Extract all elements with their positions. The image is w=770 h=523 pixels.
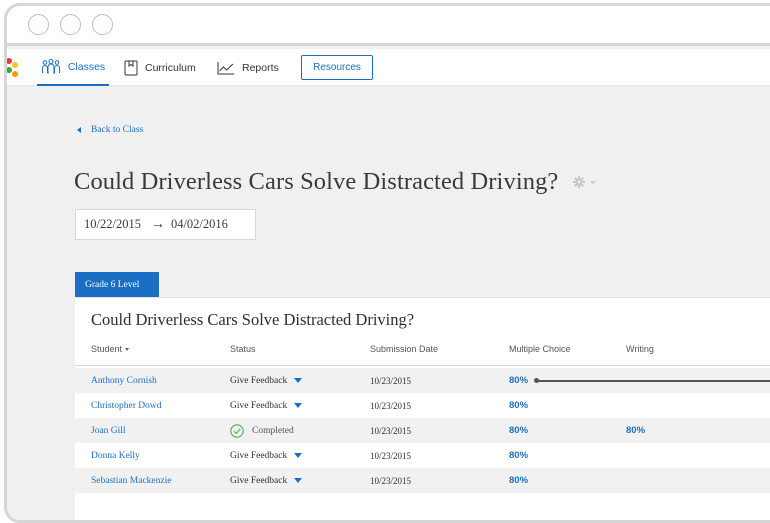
- settings-menu[interactable]: [573, 176, 596, 188]
- window-dot-icon: [28, 14, 49, 35]
- multiple-choice-score[interactable]: 80%: [509, 393, 528, 418]
- status-label: Give Feedback: [230, 375, 288, 386]
- header-divider: [75, 365, 770, 366]
- nav-curriculum-label: Curriculum: [145, 61, 196, 74]
- arrow-right-icon: →: [150, 216, 165, 232]
- caret-down-icon: [294, 453, 303, 458]
- window-dot-icon: [92, 14, 113, 35]
- caret-down-icon: [294, 378, 303, 383]
- check-circle-icon: [230, 423, 244, 438]
- student-name-link[interactable]: Sebastian Mackenzie: [91, 468, 171, 493]
- column-header-student-label: Student: [91, 344, 123, 354]
- submission-date: 10/23/2015: [370, 450, 412, 461]
- multiple-choice-score[interactable]: 80%: [509, 468, 528, 493]
- date-start: 10/22/2015: [84, 217, 141, 231]
- student-name-link[interactable]: Anthony Cornish: [91, 368, 157, 393]
- status-dropdown[interactable]: Give Feedback: [230, 468, 303, 493]
- submission-date: 10/23/2015: [370, 400, 412, 411]
- submission-date: 10/23/2015: [370, 375, 412, 386]
- table-row: Christopher Dowd Give Feedback 10/23/201…: [75, 393, 770, 418]
- caret-left-icon: [77, 127, 81, 133]
- caret-down-icon: [294, 478, 303, 483]
- resources-button[interactable]: Resources: [301, 55, 373, 80]
- chevron-down-icon: [590, 180, 596, 184]
- column-header-submission-date: Submission Date: [370, 344, 439, 354]
- window-dot-icon: [60, 14, 81, 35]
- status-label: Completed: [252, 425, 294, 436]
- table-row: Joan Gill Completed 10/23/2015 80% 80%: [75, 418, 770, 443]
- nav-classes-label: Classes: [67, 60, 106, 73]
- top-nav: Classes Curriculum Reports Resources: [7, 49, 770, 86]
- nav-reports[interactable]: Reports: [217, 49, 279, 86]
- column-header-status: Status: [230, 344, 256, 354]
- status-dropdown[interactable]: Give Feedback: [230, 393, 303, 418]
- status-completed: Completed: [230, 418, 294, 443]
- tab-grade-level[interactable]: Grade 6 Level: [75, 272, 159, 297]
- status-label: Give Feedback: [230, 475, 288, 486]
- column-header-multiple-choice: Multiple Choice: [509, 344, 571, 354]
- table-row: Sebastian Mackenzie Give Feedback 10/23/…: [75, 468, 770, 493]
- device-frame: Classes Curriculum Reports Resources Bac…: [4, 3, 770, 523]
- student-name-link[interactable]: Christopher Dowd: [91, 393, 161, 418]
- status-dropdown[interactable]: Give Feedback: [230, 368, 303, 393]
- callout-pointer-line: [534, 378, 770, 383]
- brand-logo-icon: [7, 58, 19, 80]
- line-chart-icon: [217, 61, 234, 74]
- sort-caret-icon: [125, 348, 130, 352]
- caret-down-icon: [294, 403, 303, 408]
- table-row: Donna Kelly Give Feedback 10/23/2015 80%: [75, 443, 770, 468]
- gear-icon: [573, 176, 585, 188]
- nav-classes[interactable]: Classes: [37, 49, 109, 86]
- date-end: 04/02/2016: [170, 217, 228, 231]
- window-chrome: [7, 6, 770, 46]
- status-label: Give Feedback: [230, 450, 288, 461]
- status-label: Give Feedback: [230, 400, 288, 411]
- submission-date: 10/23/2015: [370, 425, 412, 436]
- submission-date: 10/23/2015: [370, 475, 412, 486]
- table-row: Anthony Cornish Give Feedback 10/23/2015…: [75, 368, 770, 393]
- writing-score[interactable]: 80%: [626, 418, 645, 443]
- back-to-class-label: Back to Class: [91, 125, 144, 135]
- student-name-link[interactable]: Joan Gill: [91, 418, 126, 443]
- column-header-student[interactable]: Student: [91, 344, 130, 354]
- card-title: Could Driverless Cars Solve Distracted D…: [91, 310, 415, 329]
- date-range-picker[interactable]: 10/22/2015 → 04/02/2016: [75, 209, 256, 240]
- multiple-choice-score[interactable]: 80%: [509, 368, 528, 393]
- student-name-link[interactable]: Donna Kelly: [91, 443, 140, 468]
- page-title: Could Driverless Cars Solve Distracted D…: [74, 168, 559, 195]
- back-to-class-link[interactable]: Back to Class: [77, 125, 143, 135]
- book-icon: [124, 60, 138, 75]
- status-dropdown[interactable]: Give Feedback: [230, 443, 303, 468]
- multiple-choice-score[interactable]: 80%: [509, 443, 528, 468]
- nav-reports-label: Reports: [242, 61, 279, 74]
- nav-curriculum[interactable]: Curriculum: [124, 49, 196, 86]
- multiple-choice-score[interactable]: 80%: [509, 418, 528, 443]
- main-content: Back to Class Could Driverless Cars Solv…: [7, 86, 770, 520]
- people-icon: [41, 58, 60, 74]
- results-card: Could Driverless Cars Solve Distracted D…: [75, 297, 770, 520]
- column-header-writing: Writing: [626, 344, 654, 354]
